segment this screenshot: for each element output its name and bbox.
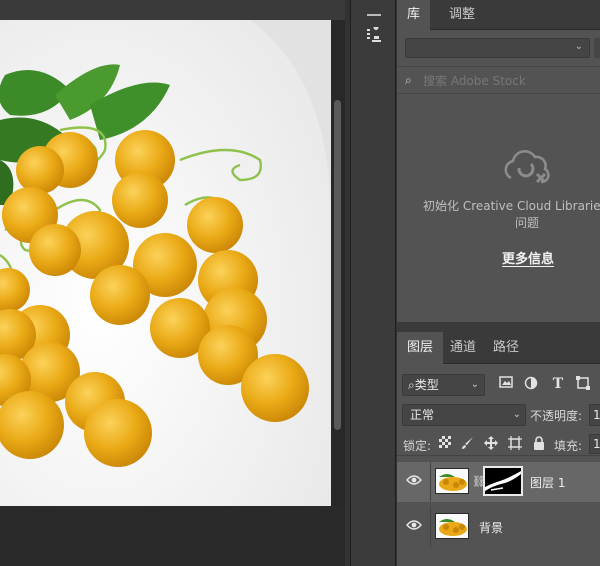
lock-all-icon[interactable] xyxy=(531,436,547,452)
tab-paths[interactable]: 路径 xyxy=(483,332,529,364)
stock-search-bar: ⌕ xyxy=(397,66,600,94)
stock-search-input[interactable] xyxy=(423,71,593,91)
type-filter-icon[interactable]: T xyxy=(550,376,566,392)
tab-channels[interactable]: 通道 xyxy=(440,332,486,364)
lock-artboard-icon[interactable] xyxy=(507,436,523,452)
filter-kind-value: 类型 xyxy=(414,378,439,392)
layers-panel: 图层 通道 路径 ⌕类型 ⌄ T 正常 ⌄ 不透明度: 10 锁定: xyxy=(397,332,600,566)
cloud-error-icon xyxy=(499,148,553,188)
fill-input[interactable]: 10 xyxy=(589,434,600,454)
opacity-label: 不透明度: xyxy=(530,409,583,423)
layer-name: 图层 1 xyxy=(530,476,566,490)
tab-layers[interactable]: 图层 xyxy=(397,332,444,364)
layer-row[interactable]: ⛓ 图层 1 xyxy=(397,462,600,502)
layer-row[interactable]: 背景 xyxy=(397,507,600,547)
lock-transparent-pixels-icon[interactable] xyxy=(437,436,453,452)
layer-thumbnail xyxy=(435,468,469,494)
panel-divider[interactable] xyxy=(397,322,600,332)
search-icon: ⌕ xyxy=(408,378,415,392)
adjustment-filter-icon[interactable] xyxy=(523,376,539,392)
fill-label: 填充: xyxy=(554,439,583,453)
layers-tab-bar: 图层 通道 路径 xyxy=(397,332,600,364)
chevron-down-icon: ⌄ xyxy=(574,41,583,52)
library-view-toggle[interactable] xyxy=(594,38,600,58)
blend-row: 正常 ⌄ 不透明度: 10 xyxy=(397,404,600,428)
libraries-error-message: 初始化 Creative Cloud Libraries 时 xyxy=(423,199,600,213)
layer-name: 背景 xyxy=(479,521,504,535)
panel-dock xyxy=(350,0,396,566)
layer-mask-thumbnail[interactable] xyxy=(483,466,523,496)
lock-image-pixels-icon[interactable] xyxy=(460,436,476,452)
blend-mode-value: 正常 xyxy=(410,408,435,422)
search-icon: ⌕ xyxy=(405,73,412,87)
food-photo xyxy=(0,20,331,506)
canvas-area[interactable] xyxy=(0,0,345,566)
eye-icon[interactable] xyxy=(406,519,422,535)
chevron-down-icon: ⌄ xyxy=(470,379,479,390)
document-canvas[interactable] xyxy=(0,20,331,506)
lock-row: 锁定: 填充: 10 xyxy=(397,434,600,456)
image-filter-icon[interactable] xyxy=(498,376,514,392)
blend-mode-select[interactable]: 正常 ⌄ xyxy=(402,404,526,426)
tab-libraries[interactable]: 库 xyxy=(397,0,431,30)
eye-icon[interactable] xyxy=(406,474,422,490)
chevron-down-icon: ⌄ xyxy=(512,409,521,420)
layer-thumbnail xyxy=(435,513,469,539)
library-select[interactable]: ⌄ xyxy=(405,38,590,58)
opacity-input[interactable]: 10 xyxy=(589,404,600,426)
libraries-error-message-line2: 问题 xyxy=(515,216,540,230)
document-tab-strip xyxy=(0,0,345,20)
lock-position-icon[interactable] xyxy=(483,436,499,452)
libraries-tab-bar: 库 调整 xyxy=(397,0,600,30)
libraries-panel: 库 调整 ⌄ ⌕ 初始化 Creative Cloud Libraries 时 … xyxy=(397,0,600,322)
filter-kind-select[interactable]: ⌕类型 ⌄ xyxy=(402,374,485,396)
more-info-link[interactable]: 更多信息 xyxy=(502,248,554,267)
canvas-vertical-scrollbar[interactable] xyxy=(334,100,341,430)
tab-adjustments[interactable]: 调整 xyxy=(439,0,485,30)
layer-filter-row: ⌕类型 ⌄ T xyxy=(397,372,600,398)
pasteboard xyxy=(0,506,345,566)
shape-filter-icon[interactable] xyxy=(575,376,591,392)
lock-label: 锁定: xyxy=(403,439,432,453)
clone-source-icon[interactable] xyxy=(360,22,388,50)
